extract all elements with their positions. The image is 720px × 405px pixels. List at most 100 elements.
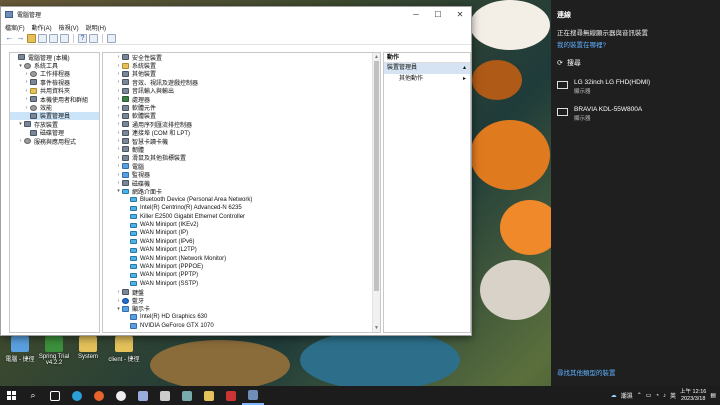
desktop-icon-system[interactable]: System [70,336,106,360]
search-toggle[interactable]: ⟳ 搜尋 [557,58,581,68]
search-button[interactable]: ⌕ [22,386,44,405]
ime-indicator[interactable]: 英 [670,391,676,400]
chevron-right-icon[interactable]: › [115,63,122,69]
taskbar-app[interactable] [220,386,242,405]
chevron-right-icon[interactable]: › [115,130,122,136]
chevron-right-icon[interactable]: › [115,121,122,127]
chevron-down-icon[interactable]: ▾ [17,63,24,69]
chevron-down-icon[interactable]: ▾ [115,188,122,194]
taskbar-edge[interactable] [66,386,88,405]
close-button[interactable]: ✕ [449,7,471,22]
start-button[interactable] [0,386,22,405]
chevron-right-icon[interactable]: › [115,138,122,144]
actions-section-device-manager[interactable]: 裝置管理員 ▴ [384,63,470,74]
device-tree-item-row[interactable]: WAN Miniport (L2TP) [103,246,380,254]
notification-icon[interactable]: ▤ [710,392,716,399]
device-tree-item-row[interactable]: ▾ 顯示卡 [103,305,380,313]
desktop-icon-computer[interactable]: 電腦 - 捷徑 [2,336,38,363]
device-tree-item-row[interactable]: Bluetooth Device (Personal Area Network) [103,196,380,204]
battery-icon[interactable]: ▭ [646,392,652,399]
chevron-right-icon[interactable]: › [23,88,30,94]
weather-text[interactable]: 潮濕 [621,391,633,400]
chevron-right-icon[interactable]: › [115,155,122,161]
device-tree-item-row[interactable]: Intel(R) HD Graphics 630 [103,313,380,321]
device-bravia-tv[interactable]: BRAVIA KDL-55W800A 顯示器 [557,106,642,122]
taskbar-app[interactable] [176,386,198,405]
find-other-devices-link[interactable]: 尋找其他類型的裝置 [557,367,616,377]
chevron-up-icon[interactable]: ⌃ [637,392,642,399]
chevron-right-icon[interactable]: › [23,79,30,85]
action-pane-icon[interactable] [89,34,98,43]
window-titlebar[interactable]: 電腦管理 ─ ☐ ✕ [1,7,471,22]
chevron-right-icon[interactable]: › [115,180,122,186]
taskbar-file-explorer[interactable] [198,386,220,405]
desktop-icon-spring-trial[interactable]: Spring Trial v4.2.2 [36,336,72,366]
chevron-right-icon[interactable]: › [115,88,122,94]
device-tree-item-row[interactable]: WAN Miniport (IKEv2) [103,221,380,229]
desktop-icon-client[interactable]: client - 捷徑 [106,336,142,363]
clock[interactable]: 上午 12:16 2023/3/18 [680,389,706,403]
where-is-my-device-link[interactable]: 我的裝置在哪裡? [557,39,606,49]
forward-arrow-icon[interactable]: → [16,34,25,43]
device-tree-item-row[interactable]: Intel(R) Centrino(R) Advanced-N 6235 [103,204,380,212]
scrollbar-thumb[interactable] [374,61,379,291]
device-tree-item-row[interactable]: WAN Miniport (PPTP) [103,271,380,279]
device-tree-item-row[interactable]: WAN Miniport (IP) [103,229,380,237]
chevron-right-icon[interactable]: › [115,54,122,60]
menu-view[interactable]: 檢視(V) [57,23,84,32]
chevron-right-icon[interactable]: › [17,138,24,144]
chevron-right-icon[interactable]: › [115,113,122,119]
device-tree-item-row[interactable]: Killer E2500 Gigabit Ethernet Controller [103,212,380,220]
chevron-right-icon[interactable]: › [115,79,122,85]
chevron-right-icon[interactable]: › [115,105,122,111]
chevron-right-icon[interactable]: › [23,105,30,111]
chevron-right-icon[interactable]: › [115,71,122,77]
device-tree-item-row[interactable]: WAN Miniport (PPPOE) [103,263,380,271]
device-tree-item-row[interactable]: WAN Miniport (Network Monitor) [103,254,380,262]
device-tree-item-row[interactable]: › 鍵盤 [103,288,380,297]
chevron-right-icon[interactable]: › [115,289,122,295]
chevron-right-icon[interactable]: › [115,172,122,178]
chevron-right-icon[interactable]: › [115,163,122,169]
chevron-right-icon[interactable]: › [23,71,30,77]
properties-icon[interactable] [60,34,69,43]
chevron-right-icon[interactable]: › [115,298,122,304]
actions-more[interactable]: 其他動作 ▸ [384,74,470,85]
network-icon[interactable]: ◔ [655,393,659,399]
taskbar-computer-management[interactable] [242,386,264,405]
taskbar-firefox[interactable] [88,386,110,405]
device-tree-item-row[interactable]: ▾ 網路介面卡 [103,187,380,196]
taskbar-media-player[interactable] [110,386,132,405]
chevron-right-icon[interactable]: › [115,146,122,152]
minimize-button[interactable]: ─ [405,7,427,22]
volume-icon[interactable]: ♪ [663,393,666,399]
device-tree-item-row[interactable]: NVIDIA GeForce GTX 1070 [103,322,380,330]
monitor-icon[interactable] [107,34,116,43]
chevron-down-icon[interactable]: ▾ [115,306,122,312]
weather-icon[interactable]: ☁ [611,392,617,399]
list-view-icon[interactable] [49,34,58,43]
menu-file[interactable]: 檔案(F) [3,23,30,32]
console-tree-item-row[interactable]: › 服務與應用程式 [10,137,99,146]
chevron-down-icon[interactable]: ▾ [17,121,24,127]
scroll-down-icon[interactable]: ▼ [373,324,380,332]
console-tree-icon[interactable] [38,34,47,43]
device-tree-scrollbar[interactable]: ▲ ▼ [372,53,380,332]
taskbar-app[interactable] [154,386,176,405]
menu-help[interactable]: 說明(H) [84,23,111,32]
console-tree-item-row[interactable]: › 本機使用者和群組 [10,95,99,104]
chevron-right-icon[interactable]: › [23,96,30,102]
folder-icon[interactable] [27,34,36,43]
device-tree-item-row[interactable]: WAN Miniport (IPv6) [103,238,380,246]
device-tree-item-row[interactable]: › 智慧卡讀卡機 [103,137,380,146]
maximize-button[interactable]: ☐ [427,7,449,22]
chevron-right-icon[interactable]: › [115,96,122,102]
collapse-up-icon[interactable]: ▴ [463,63,466,74]
device-lg-monitor[interactable]: LG 32inch LG FHD(HDMI) 顯示器 [557,79,650,95]
device-tree-item-row[interactable]: WAN Miniport (SSTP) [103,280,380,288]
scroll-up-icon[interactable]: ▲ [373,53,380,61]
device-tree-item-row[interactable]: › 滑鼠及其他指標裝置 [103,154,380,162]
back-arrow-icon[interactable]: ← [5,34,14,43]
task-view-button[interactable] [44,386,66,405]
taskbar-app[interactable] [132,386,154,405]
